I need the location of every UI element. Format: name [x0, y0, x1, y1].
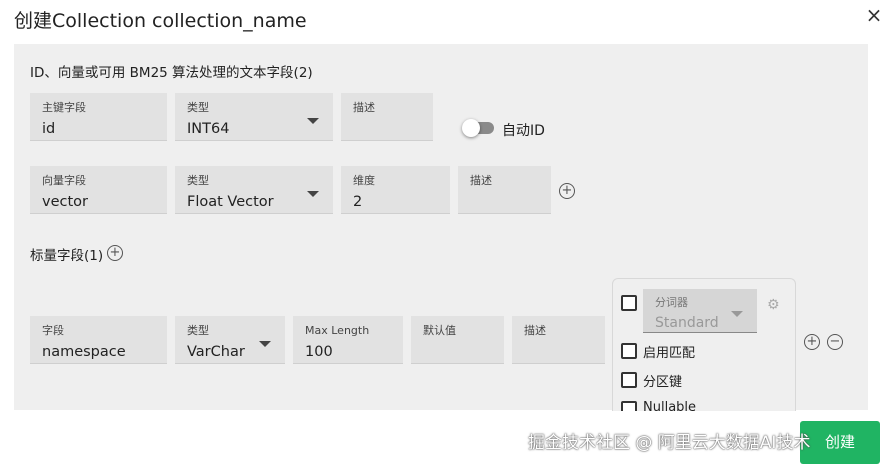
- primary-key-field[interactable]: 主键字段 id: [30, 93, 167, 141]
- scalar-type-select[interactable]: 类型 VarChar: [175, 316, 285, 364]
- scalar-section-title: 标量字段(1): [30, 248, 104, 264]
- dimension-label: 维度: [353, 174, 375, 187]
- primary-key-value: id: [42, 121, 56, 137]
- create-button[interactable]: 创建: [800, 421, 880, 464]
- vector-type-label: 类型: [187, 174, 209, 187]
- dialog-title: 创建Collection collection_name: [14, 10, 307, 32]
- tokenizer-label: 分词器: [655, 296, 688, 309]
- close-icon[interactable]: ×: [864, 5, 884, 25]
- chevron-down-icon: [259, 341, 271, 347]
- toggle-knob: [462, 119, 480, 137]
- auto-id-toggle[interactable]: [462, 119, 494, 137]
- default-value-label: 默认值: [423, 324, 456, 337]
- scalar-description-label: 描述: [524, 324, 546, 337]
- vector-description-label: 描述: [470, 174, 492, 187]
- scalar-description-field[interactable]: 描述: [512, 316, 605, 364]
- remove-row-icon[interactable]: −: [827, 334, 843, 350]
- add-row-icon[interactable]: +: [804, 334, 820, 350]
- chevron-down-icon: [731, 311, 743, 317]
- id-type-select[interactable]: 类型 INT64: [175, 93, 333, 141]
- auto-id-label: 自动ID: [502, 123, 545, 139]
- scalar-field-label: 字段: [42, 324, 64, 337]
- vector-description-field[interactable]: 描述: [458, 166, 551, 214]
- scalar-field-value: namespace: [42, 344, 126, 360]
- partition-key-label: 分区键: [643, 375, 683, 390]
- vector-field-name[interactable]: 向量字段 vector: [30, 166, 167, 214]
- vector-type-value: Float Vector: [187, 194, 274, 210]
- vector-type-select[interactable]: 类型 Float Vector: [175, 166, 333, 214]
- tokenizer-value: Standard: [655, 315, 719, 331]
- partition-key-checkbox[interactable]: [621, 372, 637, 388]
- tokenizer-select[interactable]: 分词器 Standard: [643, 289, 757, 333]
- id-type-label: 类型: [187, 101, 209, 114]
- chevron-down-icon: [307, 191, 319, 197]
- chevron-down-icon: [307, 118, 319, 124]
- id-section-title: ID、向量或可用 BM25 算法处理的文本字段(2): [30, 65, 313, 81]
- scalar-options-panel: 分词器 Standard ⚙ 启用匹配 分区键 Nullable: [612, 278, 796, 411]
- id-description-label: 描述: [353, 101, 375, 114]
- gear-icon[interactable]: ⚙: [767, 297, 780, 313]
- vector-field-value: vector: [42, 194, 88, 210]
- dimension-value: 2: [353, 194, 363, 210]
- enable-match-label: 启用匹配: [643, 346, 696, 361]
- default-value-field[interactable]: 默认值: [411, 316, 504, 364]
- add-vector-field-icon[interactable]: +: [559, 183, 575, 199]
- watermark-text: 掘金技术社区 @ 阿里云大数据AI技术: [528, 433, 811, 453]
- max-length-value: 100: [305, 344, 333, 360]
- max-length-field[interactable]: Max Length 100: [293, 316, 403, 364]
- add-scalar-field-icon[interactable]: +: [107, 245, 123, 261]
- schema-panel: ID、向量或可用 BM25 算法处理的文本字段(2) 主键字段 id 类型 IN…: [14, 44, 868, 411]
- max-length-label: Max Length: [305, 324, 370, 337]
- tokenizer-checkbox[interactable]: [621, 295, 637, 311]
- nullable-checkbox[interactable]: [621, 401, 637, 411]
- vector-field-label: 向量字段: [42, 174, 86, 187]
- enable-match-checkbox[interactable]: [621, 343, 637, 359]
- nullable-label: Nullable: [643, 400, 697, 411]
- scalar-field-name[interactable]: 字段 namespace: [30, 316, 167, 364]
- id-type-value: INT64: [187, 121, 230, 137]
- scalar-type-label: 类型: [187, 324, 209, 337]
- id-description-field[interactable]: 描述: [341, 93, 433, 141]
- dimension-field[interactable]: 维度 2: [341, 166, 450, 214]
- primary-key-label: 主键字段: [42, 101, 86, 114]
